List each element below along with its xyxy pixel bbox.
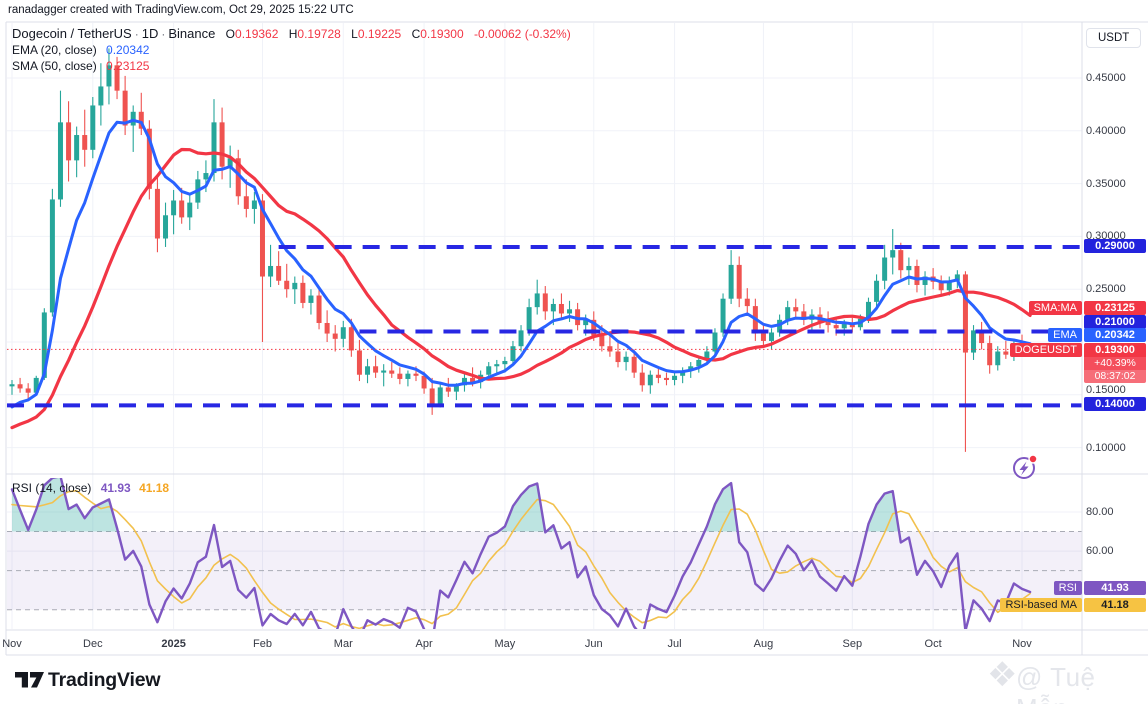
currency-toggle-button[interactable]: USDT (1086, 28, 1141, 48)
tradingview-chart-window: ranadagger created with TradingView.com,… (0, 0, 1148, 704)
boost-lightning-icon[interactable] (1010, 452, 1044, 484)
tradingview-logo-icon[interactable] (14, 669, 46, 691)
notification-dot (1029, 455, 1037, 463)
tradingview-logo-text[interactable]: TradingView (48, 669, 160, 692)
chart-canvas[interactable] (0, 0, 1148, 704)
